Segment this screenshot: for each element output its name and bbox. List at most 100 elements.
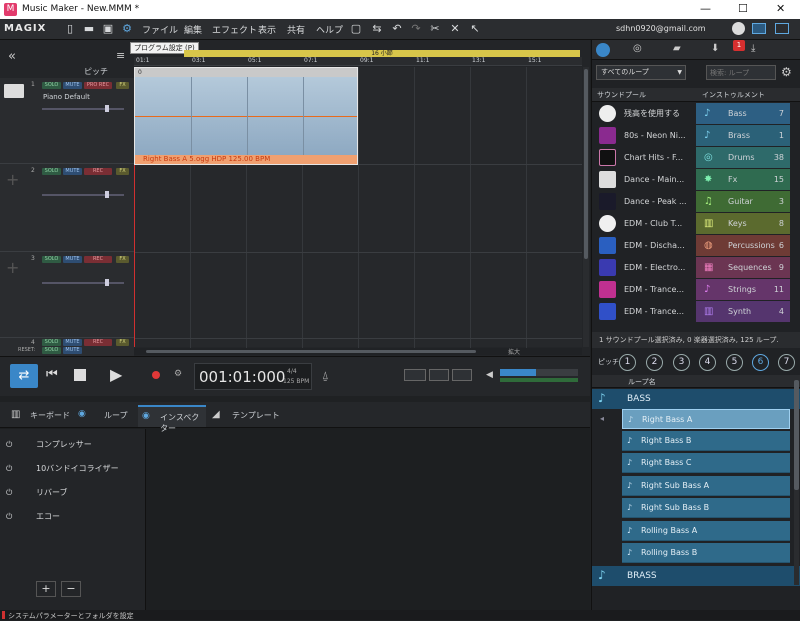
category-keys[interactable]: ▥ Keys 8 [696, 213, 790, 234]
record-settings-icon[interactable]: ⚙ [174, 369, 182, 379]
open-folder-icon[interactable]: ▬ [82, 22, 96, 36]
menu-file[interactable]: ファイル [142, 23, 178, 36]
tab-loop[interactable]: ループ [104, 410, 128, 421]
loop-item[interactable]: ♪ Rolling Bass A [622, 521, 790, 541]
track-header-2[interactable]: + 2 SOLO MUTE REC FX [0, 164, 134, 252]
fx-button[interactable]: FX [116, 82, 129, 89]
pool-item[interactable]: Dance - Peak ... [592, 191, 690, 212]
volume-slider[interactable] [42, 282, 124, 284]
audio-clip[interactable]: 0 Right Bass A 5.ogg HDP 125.00 BPM [134, 67, 358, 165]
maximize-button[interactable]: ☐ [738, 2, 748, 15]
pool-item[interactable]: Dance - Main... [592, 169, 690, 190]
close-button[interactable]: ✕ [776, 2, 785, 15]
pool-item[interactable]: 80s - Neon Ni... [592, 125, 690, 146]
loop-item[interactable]: ♪ Right Sub Bass B [622, 498, 790, 518]
save-icon[interactable]: ▣ [101, 22, 115, 36]
mute-button[interactable]: MUTE [63, 82, 82, 89]
category-synth[interactable]: ▥ Synth 4 [696, 301, 790, 322]
live-button[interactable] [452, 369, 472, 381]
scissors-icon[interactable]: ✂ [428, 22, 442, 36]
category-sequences[interactable]: ▦ Sequences 9 [696, 257, 790, 278]
clip-header[interactable]: 0 [135, 68, 357, 77]
chat-icon[interactable]: ▢ [349, 22, 363, 36]
rewind-icon[interactable]: ⏮ [46, 367, 58, 382]
minimize-button[interactable]: — [700, 2, 711, 15]
filter-settings-icon[interactable]: ⚙ [781, 65, 792, 79]
bar-range-strip[interactable]: 16 小節 [184, 50, 580, 57]
loop-mode-icon[interactable]: ⇆ [370, 22, 384, 36]
metronome-icon[interactable]: ⍙ [322, 369, 329, 383]
volume-handle[interactable] [105, 191, 109, 198]
pool-item[interactable]: EDM - Club T... [592, 213, 690, 234]
keyboard-button[interactable] [429, 369, 449, 381]
rec-button[interactable]: REC [84, 168, 112, 175]
tab-keyboard[interactable]: キーボード [30, 410, 70, 421]
solo-button[interactable]: SOLO [42, 347, 61, 354]
mixer-button[interactable] [404, 369, 426, 381]
category-guitar[interactable]: ♫ Guitar 3 [696, 191, 790, 212]
pool-item[interactable]: EDM - Trance... [592, 301, 690, 322]
category-strings[interactable]: ♪ Strings 11 [696, 279, 790, 300]
track-name[interactable]: Piano Default [43, 93, 90, 101]
stop-icon[interactable] [74, 369, 86, 381]
pitch-5-button[interactable]: 5 [726, 354, 743, 371]
power-icon[interactable]: ⏻ [6, 464, 12, 473]
cursor-tool-icon[interactable]: ↖ [468, 22, 482, 36]
tab-inspector-active[interactable]: ◉ インスペクター [138, 405, 206, 433]
effect-compressor[interactable]: ⏻ コンプレッサー [6, 433, 146, 457]
loop-filter-select[interactable]: すべてのループ ▼ [596, 65, 686, 80]
category-fx[interactable]: ✸ Fx 15 [696, 169, 790, 190]
tab-template[interactable]: テンプレート [232, 410, 280, 421]
pitch-7-button[interactable]: 7 [778, 354, 795, 371]
menu-help[interactable]: ヘルプ [316, 23, 343, 36]
zoom-label[interactable]: 拡大 [508, 347, 520, 356]
user-avatar-icon[interactable] [732, 22, 745, 35]
fx-button[interactable]: FX [116, 339, 129, 346]
effect-reverb[interactable]: ⏻ リバーブ [6, 481, 146, 505]
speaker-icon[interactable]: ◀ [486, 370, 493, 380]
vertical-scrollbar[interactable] [583, 67, 589, 347]
solo-button[interactable]: SOLO [42, 256, 61, 263]
loop-item[interactable]: ♪ Right Bass B [622, 431, 790, 451]
play-icon[interactable]: ▶ [110, 365, 122, 384]
timeline-ruler[interactable]: 01:1 03:1 05:1 07:1 09:1 11:1 13:1 15:1 [134, 57, 582, 66]
mute-button[interactable]: MUTE [63, 168, 82, 175]
delete-icon[interactable]: ✕ [448, 22, 462, 36]
redo-icon[interactable]: ↷ [409, 22, 423, 36]
category-brass[interactable]: ♪ Brass 1 [696, 125, 790, 146]
new-file-icon[interactable]: ▯ [63, 22, 77, 36]
pitch-4-button[interactable]: 4 [699, 354, 716, 371]
loop-item[interactable]: ♪ Right Sub Bass A [622, 476, 790, 496]
volume-handle[interactable] [105, 105, 109, 112]
add-instrument-icon[interactable]: + [6, 170, 19, 189]
track-header-3[interactable]: + 3 SOLO MUTE REC FX [0, 252, 134, 338]
layout-toggle-icon[interactable] [752, 23, 766, 34]
solo-button[interactable]: SOLO [42, 168, 61, 175]
record-icon[interactable] [152, 371, 160, 379]
menu-share[interactable]: 共有 [287, 23, 305, 36]
download-tab-icon[interactable]: ⬇ [711, 43, 719, 54]
settings-gear-icon[interactable]: ⚙ [120, 22, 134, 36]
power-icon[interactable]: ⏻ [6, 512, 12, 521]
pitch-3-button[interactable]: 3 [673, 354, 690, 371]
category-percussions[interactable]: ◍ Percussions 6 [696, 235, 790, 256]
add-instrument-icon[interactable]: + [6, 258, 19, 277]
loop-search-input[interactable] [706, 65, 776, 80]
effect-echo[interactable]: ⏻ エコー [6, 505, 146, 529]
pool-item[interactable]: EDM - Discha... [592, 235, 690, 256]
account-email[interactable]: sdhn0920@gmail.com [616, 24, 706, 33]
loop-item[interactable]: ♪ Right Bass C [622, 453, 790, 473]
mute-button[interactable]: MUTE [63, 339, 82, 346]
preview-icon[interactable]: ◂ [600, 414, 604, 423]
pool-item[interactable]: 残高を使用する [592, 103, 690, 124]
fx-button[interactable]: FX [116, 256, 129, 263]
loop-item-selected[interactable]: ♪ Right Bass A [622, 409, 790, 429]
track-header-1[interactable]: 1 SOLO MUTE PRO REC FX Piano Default [0, 78, 134, 164]
volume-slider[interactable] [42, 194, 124, 196]
track-header-4[interactable]: 4 SOLO MUTE REC FX RESET: SOLO MUTE [0, 338, 134, 356]
pool-item[interactable]: EDM - Electro... [592, 257, 690, 278]
mute-button[interactable]: MUTE [63, 256, 82, 263]
fx-button[interactable]: FX [116, 168, 129, 175]
power-icon[interactable]: ⏻ [6, 440, 12, 449]
volume-handle[interactable] [105, 279, 109, 286]
